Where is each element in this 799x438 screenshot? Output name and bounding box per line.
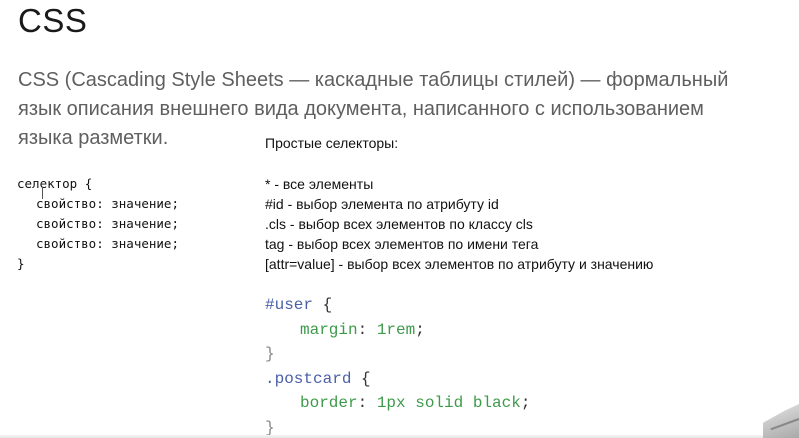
- selector-item: tag - выбор всех элементов по имени тега: [265, 236, 539, 252]
- selector-item: [attr=value] - выбор всех элементов по а…: [265, 256, 654, 272]
- code-selector: .postcard: [265, 369, 352, 388]
- code-brace-close: }: [265, 345, 275, 363]
- code-value: 1px solid black: [376, 394, 521, 412]
- rule-syntax-declaration: свойство: значение;: [36, 216, 179, 231]
- intro-line: CSS (Cascading Style Sheets — каскадные …: [18, 69, 729, 91]
- code-colon: :: [357, 394, 377, 412]
- selector-item: .cls - выбор всех элементов по классу cl…: [265, 216, 533, 232]
- selector-item: #id - выбор элемента по атрибуту id: [265, 196, 499, 212]
- code-semicolon: ;: [415, 320, 425, 339]
- intro-paragraph: CSS (Cascading Style Sheets — каскадные …: [18, 66, 798, 153]
- simple-selectors-heading: Простые селекторы:: [265, 135, 399, 151]
- code-colon: :: [357, 320, 377, 339]
- code-semicolon: ;: [520, 394, 531, 412]
- intro-line: языка разметки.: [18, 127, 169, 149]
- intro-line: язык описания внешнего вида документа, н…: [18, 98, 704, 120]
- slide-title: CSS: [18, 2, 88, 39]
- code-line-rule1-decl: margin: 1rem;: [265, 318, 530, 343]
- code-line-rule2-open: .postcard {: [265, 367, 530, 392]
- simple-selectors-list: * - все элементы #id - выбор элемента по…: [265, 174, 653, 274]
- code-value: 1rem: [376, 320, 416, 339]
- code-brace-open: {: [313, 296, 333, 314]
- code-property: border: [300, 394, 358, 412]
- code-line-rule1-open: #user {: [265, 293, 530, 318]
- rule-syntax-close: }: [17, 256, 25, 271]
- code-property: margin: [300, 320, 358, 339]
- text-cursor-icon: [42, 187, 43, 199]
- code-brace-open: {: [351, 369, 371, 388]
- css-code-example: #user {margin: 1rem;} .postcard {border: …: [265, 293, 530, 438]
- selector-item: * - все элементы: [265, 176, 374, 192]
- presentation-slide: CSS CSS (Cascading Style Sheets — каскад…: [0, 0, 799, 438]
- code-line-rule2-decl: border: 1px solid black;: [265, 391, 530, 416]
- rule-syntax-declaration: свойство: значение;: [36, 236, 179, 251]
- code-selector: #user: [265, 296, 314, 314]
